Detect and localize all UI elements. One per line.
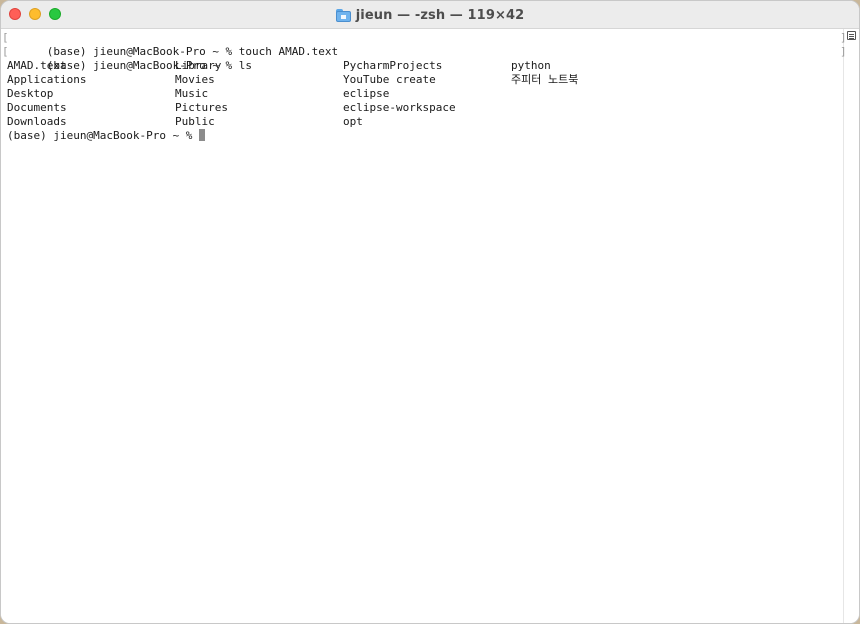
text-cursor bbox=[199, 129, 206, 141]
ls-entry: Desktop bbox=[7, 87, 54, 100]
home-folder-icon bbox=[335, 8, 351, 22]
gutter-mark: ] bbox=[840, 45, 847, 58]
title-bar[interactable]: jieun — -zsh — 119×42 bbox=[1, 1, 859, 29]
prompt-text: (base) jieun@MacBook-Pro ~ % bbox=[7, 129, 200, 142]
history-line: [(base) jieun@MacBook-Pro ~ % touch AMAD… bbox=[2, 31, 845, 58]
ls-entry: Downloads bbox=[7, 115, 67, 128]
prompt-line[interactable]: (base) jieun@MacBook-Pro ~ % bbox=[7, 129, 845, 143]
ls-entry bbox=[511, 101, 679, 115]
ls-entry: PycharmProjects bbox=[343, 59, 443, 72]
ls-entry: Music bbox=[175, 87, 209, 100]
ls-entry: YouTube create bbox=[343, 73, 436, 86]
ls-entry bbox=[511, 87, 679, 101]
marks-gutter[interactable]: ] ] bbox=[840, 29, 859, 623]
marks-toggle-icon[interactable] bbox=[847, 31, 856, 40]
ls-entry: Movies bbox=[175, 73, 215, 86]
line-mark: [ bbox=[2, 45, 9, 58]
ls-entry bbox=[511, 115, 679, 129]
gutter-mark: ] bbox=[840, 31, 847, 44]
window-title: jieun — -zsh — 119×42 bbox=[355, 7, 525, 23]
ls-entry: python bbox=[511, 59, 551, 72]
ls-entry: Pictures bbox=[175, 101, 228, 114]
history-line-text: (base) jieun@MacBook-Pro ~ % ls bbox=[46, 59, 253, 72]
window-title-group: jieun — -zsh — 119×42 bbox=[1, 1, 859, 29]
ls-entry: 주피터 노트북 bbox=[511, 73, 579, 86]
ls-entry: Documents bbox=[7, 101, 67, 114]
line-mark: [ bbox=[2, 31, 9, 44]
ls-entry: eclipse-workspace bbox=[343, 101, 456, 114]
terminal-window: jieun — -zsh — 119×42 [(base) jieun@MacB… bbox=[0, 0, 860, 624]
ls-entry: eclipse bbox=[343, 87, 390, 100]
terminal-output[interactable]: [(base) jieun@MacBook-Pro ~ % touch AMAD… bbox=[1, 29, 845, 623]
ls-entry: opt bbox=[343, 115, 363, 128]
ls-entry: Public bbox=[175, 115, 215, 128]
history-line: [ (base) jieun@MacBook-Pro ~ % ls bbox=[2, 45, 845, 72]
